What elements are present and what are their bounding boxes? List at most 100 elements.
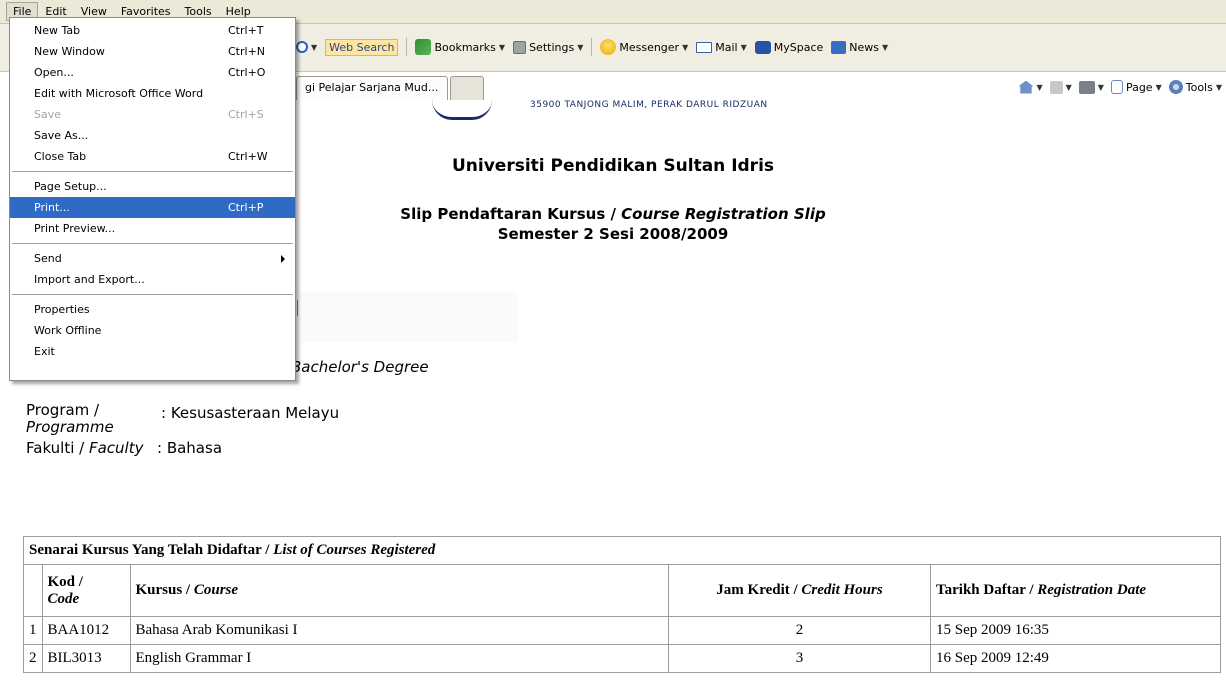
menu-item-shortcut: Ctrl+N xyxy=(228,45,266,58)
menu-item-label: Page Setup... xyxy=(34,180,107,193)
table-header-row: Kod / Code Kursus / Course Jam Kredit / C… xyxy=(23,564,1221,617)
menu-separator xyxy=(12,294,293,295)
tab-strip: gi Pelajar Sarjana Mud... xyxy=(296,74,484,100)
menu-item-send[interactable]: Send xyxy=(10,248,295,269)
bookmarks-button[interactable]: Bookmarks ▼ xyxy=(415,39,505,55)
menu-item-label: Edit with Microsoft Office Word xyxy=(34,87,204,100)
credit-hours: 3 xyxy=(668,644,931,673)
tools-menu-button[interactable]: Tools ▼ xyxy=(1168,80,1222,94)
menu-item-label: Open... xyxy=(34,66,74,79)
slip-title-ms: Slip Pendaftaran Kursus / xyxy=(400,205,622,223)
new-tab-button[interactable] xyxy=(450,76,484,100)
courses-table: Senarai Kursus Yang Telah Didaftar / Lis… xyxy=(23,536,1221,673)
table-row: 1 BAA1012 Bahasa Arab Komunikasi I 2 15 … xyxy=(23,616,1221,645)
slip-title-en: Course Registration Slip xyxy=(621,205,826,223)
settings-icon xyxy=(513,40,527,54)
search-icon xyxy=(296,41,308,53)
printer-icon xyxy=(1078,80,1095,94)
header-course-ms: Kursus / xyxy=(135,582,194,598)
menu-item-new-tab[interactable]: New Tab Ctrl+T xyxy=(10,20,295,41)
myspace-icon xyxy=(754,40,771,54)
menu-item-save-as[interactable]: Save As... xyxy=(10,125,295,146)
page-menu-button[interactable]: Page ▼ xyxy=(1110,80,1162,94)
menu-item-new-window[interactable]: New Window Ctrl+N xyxy=(10,41,295,62)
registration-date: 16 Sep 2009 12:49 xyxy=(930,644,1221,673)
caption-en: List of Courses Registered xyxy=(273,542,436,558)
chevron-down-icon: ▼ xyxy=(1036,82,1043,92)
search-dropdown[interactable]: ▼ xyxy=(296,41,317,53)
menu-item-shortcut: Ctrl+T xyxy=(228,24,264,37)
table-row: 2 BIL3013 English Grammar I 3 16 Sep 200… xyxy=(23,644,1221,673)
mail-label: Mail xyxy=(715,40,738,54)
menu-item-label: Print Preview... xyxy=(34,222,116,235)
menu-item-label: New Tab xyxy=(34,24,81,37)
address-line: 35900 TANJONG MALIM, PERAK DARUL RIDZUAN xyxy=(530,100,768,110)
messenger-button[interactable]: Messenger ▼ xyxy=(600,39,688,55)
print-button[interactable]: ▼ xyxy=(1078,80,1104,94)
chevron-down-icon: ▼ xyxy=(1215,82,1222,92)
header-date-ms: Tarikh Daftar / xyxy=(936,582,1038,598)
mail-icon xyxy=(696,41,713,53)
table-caption-row: Senarai Kursus Yang Telah Didaftar / Lis… xyxy=(23,536,1221,565)
row-number: 2 xyxy=(23,644,43,673)
course-name: English Grammar I xyxy=(129,644,669,673)
tools-menu-label: Tools xyxy=(1185,80,1213,94)
home-icon xyxy=(1018,80,1034,94)
menu-item-label: Properties xyxy=(34,303,90,316)
header-code: Kod / Code xyxy=(41,564,131,617)
faculty-label-en: Faculty xyxy=(88,439,144,457)
bookmarks-label: Bookmarks xyxy=(434,40,496,54)
menu-item-shortcut: Ctrl+P xyxy=(228,201,264,214)
menu-item-work-offline[interactable]: Work Offline xyxy=(10,320,295,341)
news-icon xyxy=(831,40,847,54)
menu-item-edit-with-word[interactable]: Edit with Microsoft Office Word xyxy=(10,83,295,104)
messenger-icon xyxy=(600,39,617,55)
news-button[interactable]: News ▼ xyxy=(831,40,888,54)
chevron-down-icon: ▼ xyxy=(311,42,318,52)
header-code-en: Code xyxy=(47,590,80,607)
menu-item-page-setup[interactable]: Page Setup... xyxy=(10,176,295,197)
faculty-label-ms: Fakulti / xyxy=(26,439,89,457)
header-course-en: Course xyxy=(193,582,239,598)
settings-button[interactable]: Settings ▼ xyxy=(513,40,583,54)
menu-item-label: New Window xyxy=(34,45,105,58)
toolbar-separator xyxy=(406,38,408,56)
menu-item-exit[interactable]: Exit xyxy=(10,341,295,362)
submenu-arrow-icon xyxy=(281,255,285,263)
menu-item-print-preview[interactable]: Print Preview... xyxy=(10,218,295,239)
menu-item-label: Save xyxy=(34,108,62,121)
menu-item-label: Close Tab xyxy=(34,150,87,163)
header-course: Kursus / Course xyxy=(129,564,669,617)
menu-item-shortcut: Ctrl+S xyxy=(228,108,264,121)
toolbar-separator xyxy=(591,38,593,56)
menu-item-properties[interactable]: Properties xyxy=(10,299,295,320)
chevron-down-icon: ▼ xyxy=(1097,82,1104,92)
chevron-down-icon: ▼ xyxy=(682,42,689,52)
menu-separator xyxy=(12,171,293,172)
myspace-button[interactable]: MySpace xyxy=(754,40,823,54)
header-credit-hours: Jam Kredit / Credit Hours xyxy=(668,564,931,617)
faculty-label: Fakulti / Faculty xyxy=(26,439,143,457)
links-toolbar: ▼ Web Search Bookmarks ▼ Settings ▼ Messen… xyxy=(296,35,896,59)
mail-button[interactable]: Mail ▼ xyxy=(696,41,747,54)
menu-item-label: Import and Export... xyxy=(34,273,145,286)
registration-date: 15 Sep 2009 16:35 xyxy=(930,616,1221,645)
tab-active[interactable]: gi Pelajar Sarjana Mud... xyxy=(296,76,448,100)
command-bar: ▼ ▼ ▼ Page ▼ Tools ▼ xyxy=(1018,76,1222,98)
page-menu-label: Page xyxy=(1125,80,1153,94)
chevron-down-icon: ▼ xyxy=(498,42,506,52)
web-search-button[interactable]: Web Search xyxy=(325,38,399,56)
menu-item-close-tab[interactable]: Close Tab Ctrl+W xyxy=(10,146,295,167)
menu-separator xyxy=(12,243,293,244)
feeds-button[interactable]: ▼ xyxy=(1049,80,1072,94)
menu-item-open[interactable]: Open... Ctrl+O xyxy=(10,62,295,83)
credit-hours: 2 xyxy=(668,616,931,645)
program-label: Program / Programme xyxy=(26,402,114,436)
menu-item-import-export[interactable]: Import and Export... xyxy=(10,269,295,290)
home-button[interactable]: ▼ xyxy=(1018,80,1043,94)
header-number xyxy=(23,564,43,617)
menu-item-shortcut: Ctrl+O xyxy=(228,66,266,79)
menu-item-print[interactable]: Print... Ctrl+P xyxy=(10,197,295,218)
file-menu: New Tab Ctrl+T New Window Ctrl+N Open... Ct… xyxy=(9,17,296,381)
program-label-ms: Program / xyxy=(26,401,100,419)
